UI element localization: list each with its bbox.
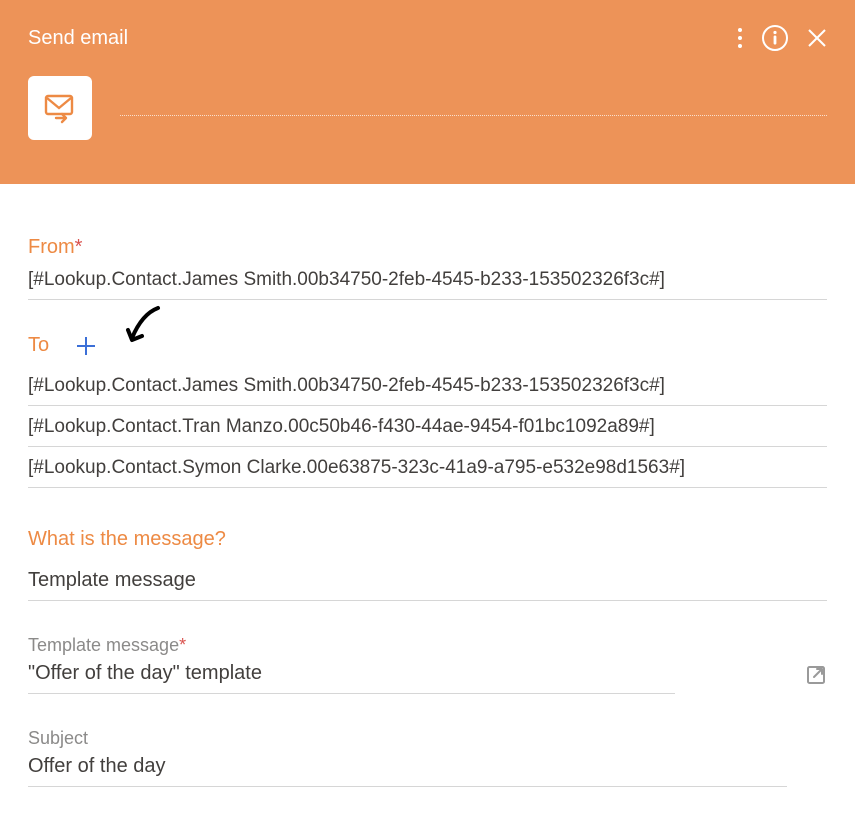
send-email-icon xyxy=(42,90,78,126)
template-input[interactable]: "Offer of the day" template xyxy=(28,662,675,685)
close-icon[interactable] xyxy=(807,28,827,48)
to-recipient-input[interactable]: [#Lookup.Contact.Tran Manzo.00c50b46-f43… xyxy=(28,410,827,447)
page-title: Send email xyxy=(28,27,128,50)
to-group: To [#Lookup.Contact.James Smith.00b34750… xyxy=(28,334,827,488)
template-label: Template message* xyxy=(28,635,827,656)
message-type-select[interactable]: Template message xyxy=(28,569,827,601)
add-recipient-button[interactable] xyxy=(75,335,97,357)
message-type-group: What is the message? Template message xyxy=(28,528,827,601)
more-icon[interactable] xyxy=(737,27,743,49)
panel-header: Send email xyxy=(0,0,855,184)
required-asterisk: * xyxy=(75,236,83,258)
open-external-icon[interactable] xyxy=(805,664,827,686)
to-label: To xyxy=(28,334,49,357)
required-asterisk: * xyxy=(179,635,186,655)
from-input[interactable]: [#Lookup.Contact.James Smith.00b34750-2f… xyxy=(28,263,827,300)
subject-group: Subject Offer of the day xyxy=(28,728,827,787)
info-icon[interactable] xyxy=(761,24,789,52)
template-group: Template message* "Offer of the day" tem… xyxy=(28,635,827,694)
subject-label: Subject xyxy=(28,728,827,749)
from-label: From* xyxy=(28,236,827,259)
message-question-label: What is the message? xyxy=(28,528,827,551)
to-recipient-input[interactable]: [#Lookup.Contact.Symon Clarke.00e63875-3… xyxy=(28,451,827,488)
header-actions xyxy=(737,24,827,52)
subject-input[interactable]: Offer of the day xyxy=(28,749,787,787)
to-recipient-input[interactable]: [#Lookup.Contact.James Smith.00b34750-2f… xyxy=(28,369,827,406)
element-icon-card xyxy=(28,76,92,140)
from-group: From* [#Lookup.Contact.James Smith.00b34… xyxy=(28,236,827,300)
name-input-line[interactable] xyxy=(120,115,827,116)
